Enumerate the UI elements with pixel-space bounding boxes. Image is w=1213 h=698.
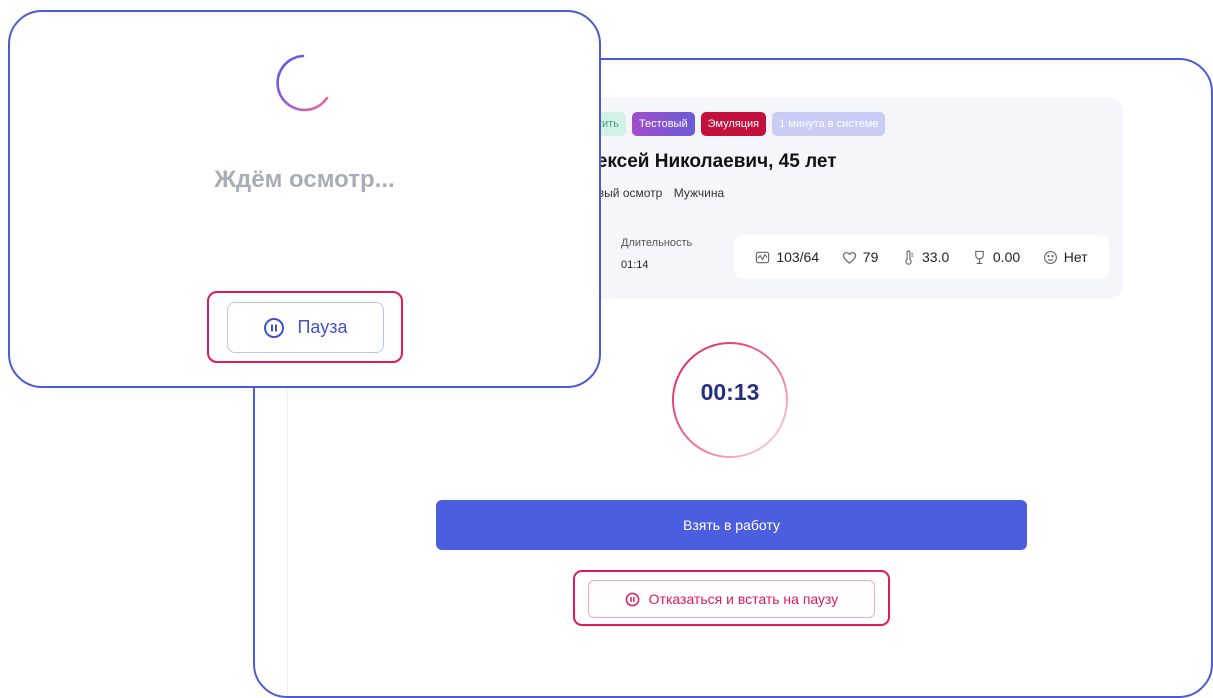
waiting-title: Ждём осмотр... [214,166,395,193]
pause-label: Пауза [297,317,348,337]
vital-alcohol: 0.00 [972,249,1020,265]
refuse-and-pause-button[interactable]: Отказаться и встать на паузу [588,580,875,618]
refuse-label: Отказаться и встать на паузу [648,591,839,607]
temperature-value: 33.0 [922,249,950,265]
heart-icon [842,251,856,264]
face-icon [1043,250,1057,264]
complaints-value: Нет [1063,249,1088,265]
tag-time-in-system: 1 минута в системе [772,112,886,136]
vital-pulse: 79 [842,249,879,265]
take-to-work-button[interactable]: Взять в работу [436,500,1027,550]
wine-glass-icon [975,250,984,264]
tag-emulation: Эмуляция [700,112,767,136]
pause-button[interactable]: Пауза [227,302,384,353]
timer-value: 00:13 [700,379,760,405]
alcohol-value: 0.00 [992,249,1021,265]
vital-temperature: 33.0 [901,249,949,265]
patient-meta: совый осмотр Мужчина [585,186,724,200]
pressure-value: 103/64 [776,249,820,265]
pause-icon [625,592,640,606]
vital-pressure: 103/64 [755,249,819,265]
pulse-value: 79 [862,249,879,265]
tag-test: Тестовый [631,112,695,136]
blood-pressure-icon [756,251,770,263]
patient-gender: Мужчина [673,186,725,200]
pause-icon [264,317,285,338]
vital-complaints: Нет [1043,249,1088,265]
patient-name: лексей Николаевич, 45 лет [585,151,837,172]
thermometer-icon [905,249,914,265]
duration-label: Длительность [621,237,693,249]
patient-tags: тить Тестовый Эмуляция 1 минута в систем… [590,112,886,136]
loading-spinner-icon [276,54,329,112]
duration-value: 01:14 [621,259,649,271]
vitals-bar: 103/64 79 33.0 0.00 Нет [734,235,1109,279]
